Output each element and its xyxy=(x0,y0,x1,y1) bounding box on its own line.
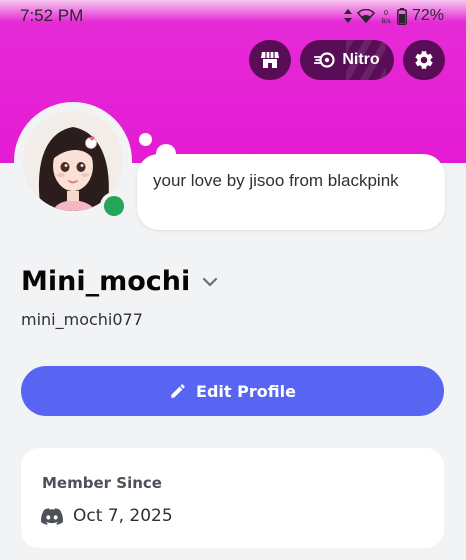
chevron-down-icon[interactable] xyxy=(202,277,218,287)
display-name-row[interactable]: Mini_mochi xyxy=(21,266,218,297)
edit-profile-button[interactable]: Edit Profile xyxy=(21,366,444,416)
status-bar: 7:52 PM 0 B/s 72% xyxy=(0,0,466,32)
svg-text:B/s: B/s xyxy=(381,18,390,24)
display-name: Mini_mochi xyxy=(21,266,191,297)
member-since-card: Member Since Oct 7, 2025 xyxy=(21,448,444,548)
nitro-button[interactable]: Nitro xyxy=(300,40,394,80)
member-since-title: Member Since xyxy=(42,474,162,492)
username: mini_mochi077 xyxy=(21,310,143,329)
gear-icon xyxy=(415,51,433,69)
settings-button[interactable] xyxy=(403,40,445,80)
status-time: 7:52 PM xyxy=(20,6,84,25)
thought-bubble-dot-small xyxy=(139,133,152,146)
nitro-icon xyxy=(314,52,335,68)
battery-percent: 72% xyxy=(411,7,444,24)
shop-button[interactable] xyxy=(249,40,291,80)
data-rate-icon: 0 B/s xyxy=(381,9,390,24)
edit-profile-label: Edit Profile xyxy=(196,381,296,401)
status-indicators: 0 B/s 72% xyxy=(343,7,444,25)
online-dot xyxy=(104,196,124,216)
svg-text:0: 0 xyxy=(384,9,388,17)
wifi-icon xyxy=(356,9,375,23)
custom-status-text: your love by jisoo from blackpink xyxy=(153,171,399,190)
custom-status-bubble[interactable]: your love by jisoo from blackpink xyxy=(137,154,445,230)
pencil-icon xyxy=(171,384,185,398)
data-transfer-icon xyxy=(343,9,352,23)
discord-icon xyxy=(41,507,63,525)
online-status-indicator xyxy=(100,192,128,220)
nitro-label: Nitro xyxy=(342,51,380,68)
shop-icon xyxy=(261,52,279,68)
member-since-date: Oct 7, 2025 xyxy=(73,506,173,526)
member-since-row: Oct 7, 2025 xyxy=(41,506,173,526)
battery-icon xyxy=(396,7,407,25)
